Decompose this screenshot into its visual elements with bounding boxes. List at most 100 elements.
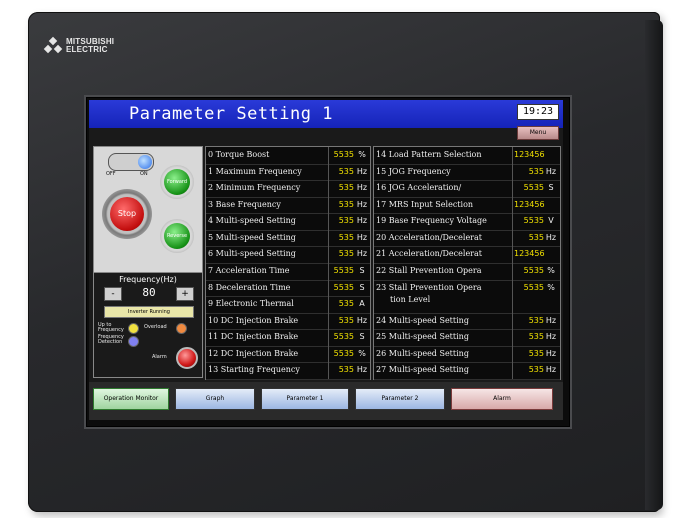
table-row[interactable]: 2 Minimum Frequency 535 Hz: [206, 180, 370, 198]
parameter-unit: [544, 246, 558, 261]
parameter-value[interactable]: 535: [514, 164, 544, 179]
parameter-value[interactable]: 535: [514, 230, 544, 245]
table-row[interactable]: 10 DC Injection Brake 535 Hz: [206, 313, 370, 331]
parameter-unit: Hz: [356, 365, 368, 375]
table-row[interactable]: 16 JOG Acceleration/5535 S: [374, 180, 560, 198]
parameter-name-continued: tion Level: [390, 295, 431, 305]
inverter-running-indicator: Inverter Running: [104, 306, 194, 318]
column-divider: [328, 147, 329, 379]
table-row[interactable]: 14 Load Pattern Selection 123456: [374, 147, 560, 165]
parameter-value[interactable]: 123456: [514, 147, 545, 162]
forward-button[interactable]: Forward: [160, 165, 194, 199]
table-row[interactable]: 4 Multi-speed Setting 535 Hz: [206, 213, 370, 231]
table-row[interactable]: 0 Torque Boost 5535%: [206, 147, 370, 165]
nav-graph[interactable]: Graph: [175, 388, 255, 410]
parameter-unit: Hz: [545, 348, 557, 358]
nav-operation-monitor[interactable]: Operation Monitor: [93, 388, 169, 410]
reverse-button[interactable]: Reverse: [160, 219, 194, 253]
parameter-value[interactable]: 5535: [330, 280, 354, 295]
parameter-value[interactable]: 123456: [514, 197, 545, 212]
table-row[interactable]: 7 Acceleration Time 5535 S: [206, 263, 370, 281]
parameter-unit: S: [359, 266, 365, 275]
table-row[interactable]: 13 Starting Frequency 535 Hz: [206, 362, 370, 380]
toggle-off-label: OFF: [106, 171, 116, 177]
table-row[interactable]: 26 Multi-speed Setting 535 Hz: [374, 346, 560, 364]
parameter-name: 4 Multi-speed Setting: [208, 216, 296, 226]
parameter-name: 11 DC Injection Brake: [208, 332, 299, 342]
parameter-value[interactable]: 535: [330, 180, 354, 195]
table-row[interactable]: 21 Acceleration/Decelerat 123456: [374, 246, 560, 264]
parameter-value[interactable]: 123456: [514, 246, 545, 261]
brand-line2: ELECTRIC: [66, 45, 108, 54]
parameter-value[interactable]: 5535: [330, 346, 354, 361]
parameter-value[interactable]: 535: [330, 164, 354, 179]
parameter-value[interactable]: 535: [330, 246, 354, 261]
parameter-name: 14 Load Pattern Selection: [376, 150, 482, 159]
parameter-table-right: 14 Load Pattern Selection 123456 15 JOG Fr…: [373, 146, 561, 380]
frequency-value[interactable]: 80: [132, 287, 166, 299]
parameter-unit: Hz: [545, 232, 557, 242]
nav-alarm[interactable]: Alarm: [451, 388, 553, 410]
table-row[interactable]: 23 Stall Prevention Opera tion Level 5535%: [374, 280, 560, 314]
parameter-unit: [544, 147, 558, 162]
table-row[interactable]: 19 Base Frequency Voltage 5535 V: [374, 213, 560, 231]
parameter-name: 8 Deceleration Time: [208, 282, 291, 292]
parameter-value[interactable]: 535: [514, 313, 544, 328]
parameter-unit: S: [548, 183, 554, 193]
nav-parameter-1[interactable]: Parameter 1: [261, 388, 349, 410]
parameter-name: 25 Multi-speed Setting: [376, 332, 469, 342]
parameter-name: 13 Starting Frequency: [208, 365, 300, 375]
menu-button[interactable]: Menu: [517, 126, 559, 140]
parameter-value[interactable]: 5535: [514, 263, 544, 278]
nav-parameter-2[interactable]: Parameter 2: [355, 388, 445, 410]
page-title: Parameter Setting 1: [129, 104, 333, 124]
table-row[interactable]: 12 DC Injection Brake 5535%: [206, 346, 370, 364]
toggle-knob: [138, 155, 152, 169]
parameter-value[interactable]: 535: [330, 213, 354, 228]
table-row[interactable]: 27 Multi-speed Setting 535 Hz: [374, 362, 560, 380]
parameter-value[interactable]: 535: [330, 197, 354, 212]
parameter-value[interactable]: 5535: [514, 180, 544, 195]
table-row[interactable]: 17 MRS Input Selection 123456: [374, 197, 560, 215]
parameter-value[interactable]: 535: [330, 362, 354, 377]
parameter-value[interactable]: 5535: [330, 263, 354, 278]
forward-button-label: Forward: [164, 169, 190, 195]
table-row[interactable]: 20 Acceleration/Decelerat 535 Hz: [374, 230, 560, 248]
table-row[interactable]: 6 Multi-speed Setting 535 Hz: [206, 246, 370, 264]
parameter-name: 17 MRS Input Selection: [376, 199, 474, 209]
table-row[interactable]: 24 Multi-speed Setting 535 Hz: [374, 313, 560, 331]
parameter-value[interactable]: 535: [330, 230, 354, 245]
parameter-value[interactable]: 535: [330, 313, 354, 328]
brand-logo: MITSUBISHI ELECTRIC: [43, 36, 114, 54]
table-row[interactable]: 9 Electronic Thermal 535 A: [206, 296, 370, 314]
frequency-minus-button[interactable]: -: [104, 287, 122, 301]
parameter-value[interactable]: 5535: [514, 213, 544, 228]
parameter-unit: Hz: [356, 315, 368, 325]
stop-button[interactable]: Stop: [102, 189, 152, 239]
toggle-on-label: ON: [140, 171, 148, 177]
parameter-value[interactable]: 535: [514, 329, 544, 344]
alarm-label: Alarm: [152, 354, 167, 360]
table-row[interactable]: 5 Multi-speed Setting 535 Hz: [206, 230, 370, 248]
table-row[interactable]: 11 DC Injection Brake 5535 S: [206, 329, 370, 347]
table-row[interactable]: 1 Maximum Frequency 535 Hz: [206, 164, 370, 182]
parameter-table-left: 0 Torque Boost 5535% 1 Maximum Frequency 53…: [205, 146, 371, 380]
table-row[interactable]: 15 JOG Frequency 535 Hz: [374, 164, 560, 182]
frequency-plus-button[interactable]: +: [176, 287, 194, 301]
table-row[interactable]: 25 Multi-speed Setting 535 Hz: [374, 329, 560, 347]
parameter-name: 2 Minimum Frequency: [208, 183, 301, 193]
table-row[interactable]: 8 Deceleration Time 5535 S: [206, 280, 370, 298]
table-row[interactable]: 3 Base Frequency 535 Hz: [206, 197, 370, 215]
parameter-value[interactable]: 535: [514, 346, 544, 361]
table-row[interactable]: 22 Stall Prevention Opera 5535%: [374, 263, 560, 281]
parameter-name: 22 Stall Prevention Opera: [376, 266, 482, 275]
run-toggle-switch[interactable]: [108, 153, 154, 171]
parameter-value[interactable]: 535: [514, 362, 544, 377]
parameter-value[interactable]: 535: [330, 296, 354, 311]
parameter-unit: Hz: [356, 216, 368, 226]
parameter-name: 12 DC Injection Brake: [208, 348, 299, 358]
parameter-value[interactable]: 5535: [514, 280, 544, 295]
parameter-value[interactable]: 5535: [330, 147, 354, 162]
parameter-value[interactable]: 5535: [330, 329, 354, 344]
frequency-panel: Frequency(Hz) - 80 + Inverter Running Up…: [93, 272, 203, 378]
